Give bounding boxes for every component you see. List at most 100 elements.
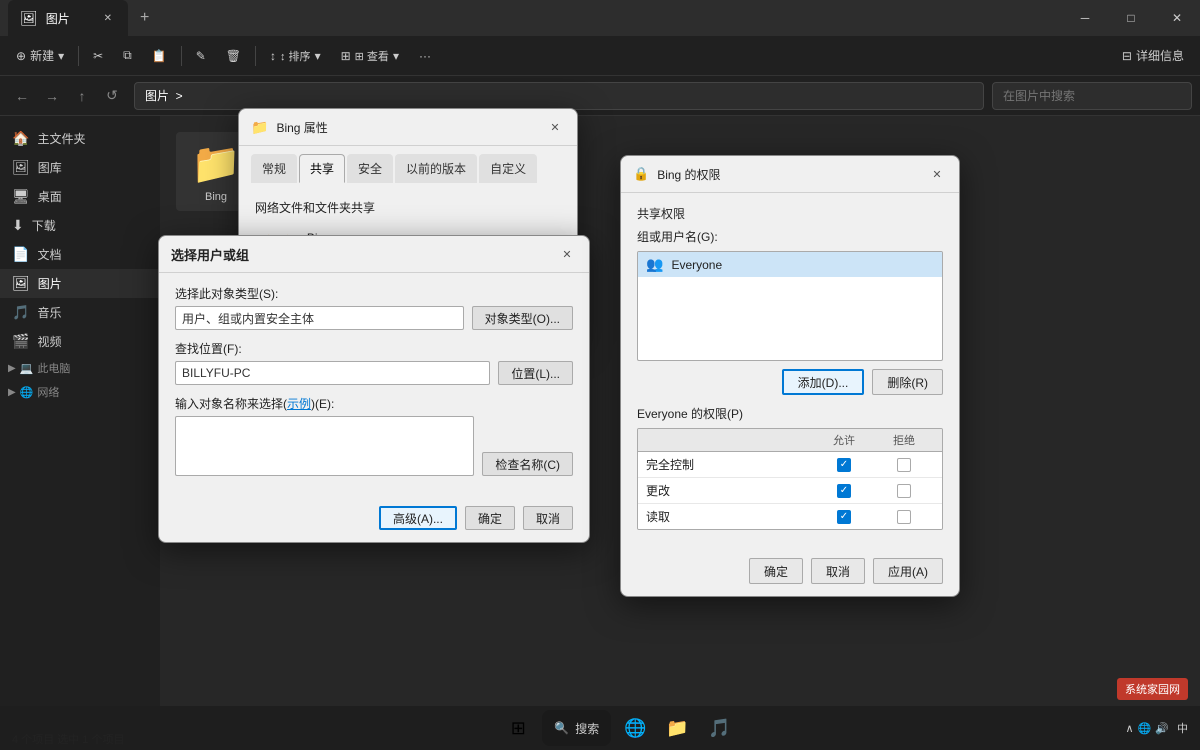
bing-perms-cancel-button[interactable]: 取消 bbox=[811, 558, 865, 584]
tab-general[interactable]: 常规 bbox=[251, 154, 297, 183]
taskbar-center: ⊞ 🔍 搜索 🌐 📁 🎵 bbox=[500, 710, 737, 746]
example-link[interactable]: 示例 bbox=[287, 397, 311, 411]
tab-share[interactable]: 共享 bbox=[299, 154, 345, 183]
expand-icon: ▶ bbox=[8, 363, 16, 374]
up-button[interactable]: ↑ bbox=[68, 82, 96, 110]
user-list-box[interactable]: 👥 Everyone bbox=[637, 251, 943, 361]
remove-button[interactable]: 删除(R) bbox=[872, 369, 943, 395]
toolbar-separator bbox=[78, 46, 79, 66]
bing-perms-title: Bing 的权限 bbox=[657, 166, 919, 183]
tab-folder-icon: 🖼 bbox=[20, 10, 38, 27]
bing-perms-close-button[interactable]: ✕ bbox=[927, 164, 947, 184]
sidebar-item-gallery[interactable]: 🖼 图库 bbox=[0, 153, 160, 182]
col-name-header bbox=[646, 432, 814, 448]
user-list-label: 组或用户名(G): bbox=[637, 228, 943, 245]
advanced-button[interactable]: 高级(A)... bbox=[379, 506, 457, 530]
allow-read-checkbox[interactable] bbox=[814, 510, 874, 524]
location-label: 查找位置(F): bbox=[175, 340, 573, 357]
back-button[interactable]: ← bbox=[8, 82, 36, 110]
sidebar-item-desktop[interactable]: 🖥 桌面 bbox=[0, 182, 160, 211]
sidebar-item-pictures[interactable]: 🖼 图片 bbox=[0, 269, 160, 298]
system-tray: ∧ 🌐 🔊 bbox=[1126, 722, 1169, 735]
copy-button[interactable]: ⧉ bbox=[115, 44, 140, 67]
deny-change-checkbox[interactable] bbox=[874, 484, 934, 498]
perms-label-section: Everyone 的权限(P) bbox=[637, 405, 943, 422]
maximize-button[interactable]: □ bbox=[1108, 0, 1154, 36]
sidebar-item-music[interactable]: 🎵 音乐 bbox=[0, 298, 160, 327]
watermark: 系统家园网 bbox=[1117, 678, 1188, 700]
object-type-input[interactable] bbox=[175, 306, 464, 330]
taskbar-music-icon[interactable]: 🎵 bbox=[701, 710, 737, 746]
choose-user-ok-button[interactable]: 确定 bbox=[465, 506, 515, 530]
title-bar: 🖼 图片 ✕ + ─ □ ✕ bbox=[0, 0, 1200, 36]
sidebar-item-this-pc[interactable]: ▶ 💻 此电脑 bbox=[0, 356, 160, 380]
paste-button[interactable]: 📋 bbox=[144, 45, 175, 67]
location-input[interactable] bbox=[175, 361, 490, 385]
sidebar: 🏠 主文件夹 🖼 图库 🖥 桌面 ⬇ 下载 📄 文档 🖼 图片 🎵 音乐 🎬 bbox=[0, 116, 160, 710]
bing-props-titlebar: 📁 Bing 属性 ✕ bbox=[239, 109, 577, 146]
taskbar-folder-icon[interactable]: 📁 bbox=[659, 710, 695, 746]
bing-perms-ok-button[interactable]: 确定 bbox=[749, 558, 803, 584]
tab-label: 图片 bbox=[46, 10, 70, 27]
sidebar-item-videos[interactable]: 🎬 视频 bbox=[0, 327, 160, 356]
perms-content: 共享权限 组或用户名(G): 👥 Everyone 添加(D)... 删除(R)… bbox=[621, 193, 959, 550]
address-bar: ← → ↑ ↺ bbox=[0, 76, 1200, 116]
explorer-tab-pictures[interactable]: 🖼 图片 ✕ bbox=[8, 0, 128, 36]
taskbar-right: ∧ 🌐 🔊 中 bbox=[1126, 720, 1188, 736]
view-button[interactable]: ⊞ ⊞ 查看 ▾ bbox=[333, 44, 407, 68]
tab-customize[interactable]: 自定义 bbox=[479, 154, 537, 183]
close-button[interactable]: ✕ bbox=[1154, 0, 1200, 36]
toolbar-separator3 bbox=[255, 46, 256, 66]
desktop-icon: 🖥 bbox=[12, 188, 30, 205]
bing-perms-apply-button[interactable]: 应用(A) bbox=[873, 558, 943, 584]
object-name-input[interactable] bbox=[175, 416, 474, 476]
add-button[interactable]: 添加(D)... bbox=[782, 369, 865, 395]
start-button[interactable]: ⊞ bbox=[500, 710, 536, 746]
choose-user-close-button[interactable]: ✕ bbox=[557, 244, 577, 264]
object-name-row-inner: 检查名称(C) bbox=[175, 416, 573, 476]
bing-props-close-button[interactable]: ✕ bbox=[545, 117, 565, 137]
check-names-button[interactable]: 检查名称(C) bbox=[482, 452, 573, 476]
object-type-row: 选择此对象类型(S): 对象类型(O)... bbox=[175, 285, 573, 330]
chevron-down-icon: ▾ bbox=[58, 49, 64, 63]
minimize-button[interactable]: ─ bbox=[1062, 0, 1108, 36]
nav-buttons: ← → ↑ ↺ bbox=[8, 82, 126, 110]
window-controls: ─ □ ✕ bbox=[1062, 0, 1200, 36]
cut-button[interactable]: ✂ bbox=[85, 45, 111, 67]
view-chevron-icon: ▾ bbox=[393, 49, 399, 63]
new-tab-button[interactable]: + bbox=[128, 0, 161, 36]
search-button[interactable]: 🔍 搜索 bbox=[542, 710, 611, 746]
allow-change-checkbox[interactable] bbox=[814, 484, 874, 498]
sidebar-item-network[interactable]: ▶ 🌐 网络 bbox=[0, 380, 160, 404]
detail-info-button[interactable]: ⊟ 详细信息 bbox=[1114, 43, 1192, 68]
taskbar-browser-icon[interactable]: 🌐 bbox=[617, 710, 653, 746]
object-type-button[interactable]: 对象类型(O)... bbox=[472, 306, 573, 330]
explorer-window: 🖼 图片 ✕ + ─ □ ✕ ⊕ 新建 ▾ ✂ ⧉ 📋 ✎ 🗑 ↕ ↕ 排序 bbox=[0, 0, 1200, 750]
choose-user-cancel-button[interactable]: 取消 bbox=[523, 506, 573, 530]
refresh-button[interactable]: ↺ bbox=[98, 82, 126, 110]
sort-button[interactable]: ↕ ↕ 排序 ▾ bbox=[262, 44, 329, 68]
sidebar-item-downloads[interactable]: ⬇ 下载 bbox=[0, 211, 160, 240]
network-tray-icon: 🌐 bbox=[1138, 722, 1152, 735]
user-list-item-everyone[interactable]: 👥 Everyone bbox=[638, 252, 942, 277]
perm-row-read: 读取 bbox=[638, 504, 942, 529]
new-button[interactable]: ⊕ 新建 ▾ bbox=[8, 43, 72, 68]
delete-button[interactable]: 🗑 bbox=[218, 45, 249, 67]
address-input[interactable] bbox=[134, 82, 984, 110]
deny-read-checkbox[interactable] bbox=[874, 510, 934, 524]
sidebar-item-home[interactable]: 🏠 主文件夹 bbox=[0, 124, 160, 153]
rename-button[interactable]: ✎ bbox=[188, 45, 214, 67]
tab-security[interactable]: 安全 bbox=[347, 154, 393, 183]
search-input[interactable] bbox=[992, 82, 1192, 110]
choose-user-title: 选择用户或组 bbox=[171, 245, 549, 264]
allow-full-checkbox[interactable] bbox=[814, 458, 874, 472]
tab-close-button[interactable]: ✕ bbox=[100, 11, 116, 26]
location-button[interactable]: 位置(L)... bbox=[498, 361, 573, 385]
forward-button[interactable]: → bbox=[38, 82, 66, 110]
deny-full-checkbox[interactable] bbox=[874, 458, 934, 472]
more-button[interactable]: ··· bbox=[411, 45, 439, 67]
sidebar-item-documents[interactable]: 📄 文档 bbox=[0, 240, 160, 269]
tray-up-icon[interactable]: ∧ bbox=[1126, 722, 1134, 735]
tab-previous[interactable]: 以前的版本 bbox=[395, 154, 477, 183]
props-section-title: 网络文件和文件夹共享 bbox=[255, 199, 561, 216]
